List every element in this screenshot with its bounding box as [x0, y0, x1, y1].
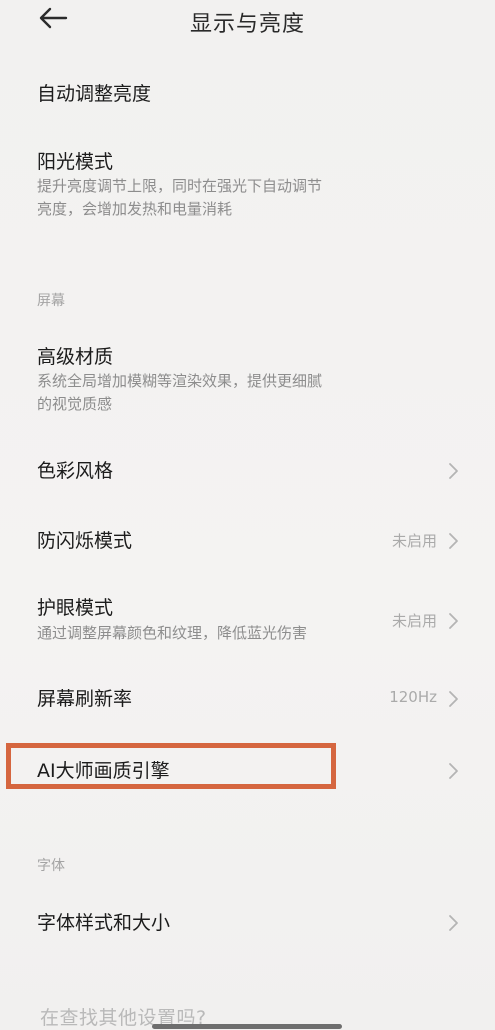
chevron-right-icon — [447, 690, 459, 708]
refresh-rate-title: 屏幕刷新率 — [37, 688, 133, 710]
ai-engine-title: AI大师画质引擎 — [37, 760, 170, 782]
sunlight-mode-description-line: 亮度，会增加发热和电量消耗 — [37, 200, 233, 218]
refresh-rate-value: 120Hz — [389, 688, 437, 706]
color-style-row[interactable]: 色彩风格 — [0, 448, 495, 494]
chevron-right-icon — [447, 914, 459, 932]
anti-flicker-row[interactable]: 防闪烁模式 未启用 — [0, 518, 495, 564]
section-label-font: 字体 — [37, 858, 65, 874]
ai-engine-row[interactable]: AI大师画质引擎 — [0, 748, 495, 794]
color-style-title: 色彩风格 — [37, 460, 114, 482]
section-label-screen: 屏幕 — [37, 293, 65, 309]
chevron-right-icon — [447, 462, 459, 480]
advanced-material-description-line: 系统全局增加模糊等渲染效果，提供更细腻 — [37, 372, 323, 390]
auto-brightness-row[interactable]: 自动调整亮度 — [0, 70, 495, 120]
anti-flicker-status: 未启用 — [391, 532, 437, 550]
chevron-right-icon — [447, 612, 459, 630]
settings-screen: 显示与亮度 自动调整亮度 阳光模式 提升亮度调节上限，同时在强光下自动调节 亮度… — [0, 0, 495, 1030]
advanced-material-description-line: 的视觉质感 — [37, 395, 113, 413]
sunlight-mode-description-line: 提升亮度调节上限，同时在强光下自动调节 — [37, 177, 323, 195]
sunlight-mode-description: 提升亮度调节上限，同时在强光下自动调节 亮度，会增加发热和电量消耗 — [37, 175, 387, 221]
page-title: 显示与亮度 — [189, 12, 305, 37]
auto-brightness-title: 自动调整亮度 — [37, 83, 152, 105]
header: 显示与亮度 — [0, 0, 495, 40]
advanced-material-title: 高级材质 — [37, 346, 114, 368]
chevron-right-icon — [447, 532, 459, 550]
eye-care-row[interactable]: 护眼模式 通过调整屏幕颜色和纹理，降低蓝光伤害 未启用 — [0, 590, 495, 650]
home-indicator[interactable] — [152, 1024, 342, 1029]
advanced-material-description: 系统全局增加模糊等渲染效果，提供更细腻 的视觉质感 — [37, 370, 387, 416]
font-style-row[interactable]: 字体样式和大小 — [0, 900, 495, 946]
eye-care-status: 未启用 — [391, 612, 437, 630]
eye-care-description: 通过调整屏幕颜色和纹理，降低蓝光伤害 — [37, 624, 308, 642]
chevron-right-icon — [447, 762, 459, 780]
sunlight-mode-title: 阳光模式 — [37, 151, 114, 173]
eye-care-title: 护眼模式 — [37, 597, 114, 619]
font-style-title: 字体样式和大小 — [37, 912, 171, 934]
refresh-rate-row[interactable]: 屏幕刷新率 120Hz — [0, 676, 495, 722]
anti-flicker-title: 防闪烁模式 — [37, 530, 133, 552]
advanced-material-row[interactable]: 高级材质 系统全局增加模糊等渲染效果，提供更细腻 的视觉质感 — [0, 335, 495, 420]
sunlight-mode-row[interactable]: 阳光模式 提升亮度调节上限，同时在强光下自动调节 亮度，会增加发热和电量消耗 — [0, 140, 495, 225]
